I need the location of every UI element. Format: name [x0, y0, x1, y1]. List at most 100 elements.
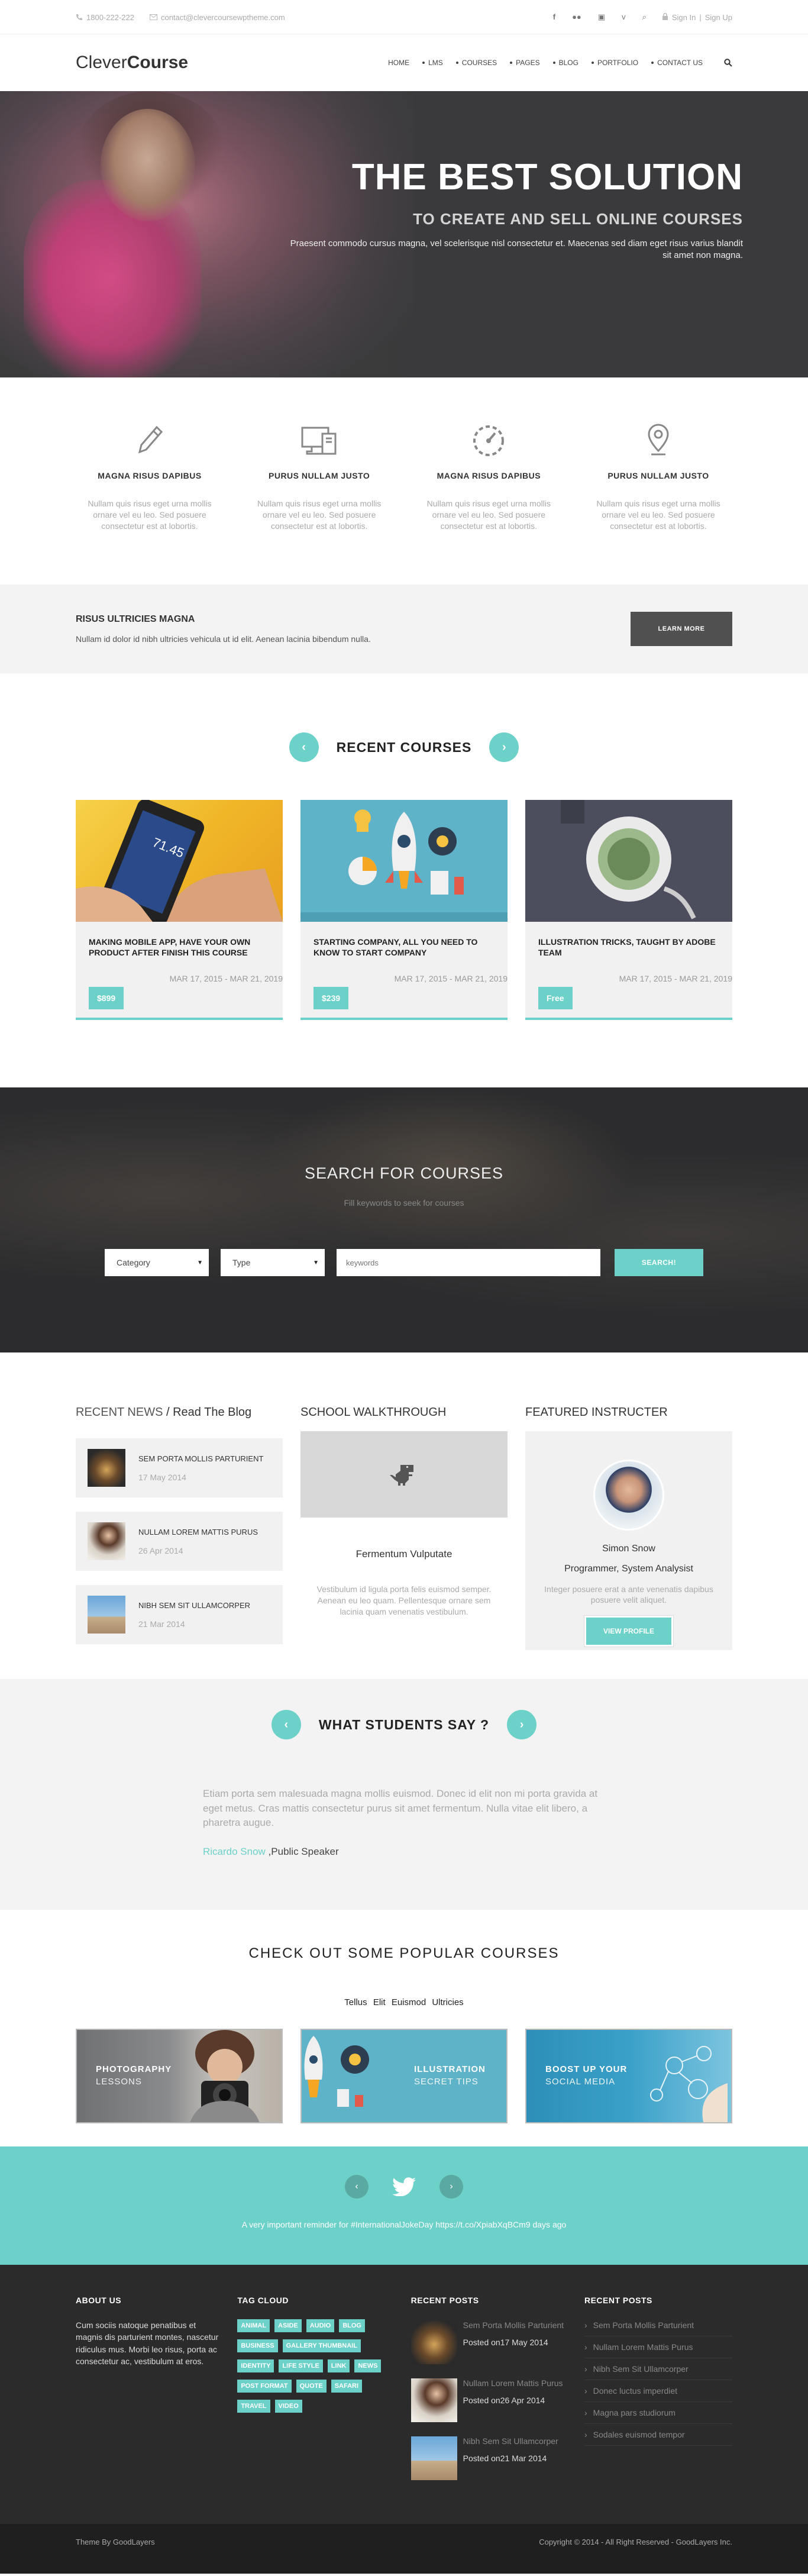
- search-icon[interactable]: ⌕: [642, 12, 647, 22]
- nav-lms[interactable]: LMS: [422, 59, 443, 67]
- news-title[interactable]: NIBH SEM SIT ULLAMCORPER: [138, 1601, 250, 1610]
- news-thumbnail[interactable]: [88, 1449, 125, 1487]
- post-title[interactable]: Nibh Sem Sit Ullamcorper: [463, 2436, 558, 2446]
- news-item[interactable]: SEM PORTA MOLLIS PARTURIENT 17 May 2014: [76, 1438, 283, 1497]
- link-label[interactable]: Nibh Sem Sit Ullamcorper: [593, 2364, 689, 2374]
- tag[interactable]: SAFARI: [331, 2380, 363, 2393]
- email[interactable]: contact@clevercoursewptheme.com: [149, 13, 285, 22]
- list-item[interactable]: › Sem Porta Mollis Parturient: [584, 2314, 732, 2336]
- course-card[interactable]: 71.45 MAKING MOBILE APP, HAVE YOUR OWN P…: [76, 800, 283, 1020]
- list-item[interactable]: › Nullam Lorem Mattis Purus: [584, 2336, 732, 2358]
- tag-cloud-widget: TAG CLOUD ANIMAL ASIDE AUDIO BLOG BUSINE…: [237, 2296, 397, 2480]
- nav-label[interactable]: BLOG: [559, 59, 578, 67]
- vimeo-icon[interactable]: v: [622, 12, 626, 22]
- link-label[interactable]: Donec luctus imperdiet: [593, 2386, 677, 2396]
- news-item[interactable]: NIBH SEM SIT ULLAMCORPER 21 Mar 2014: [76, 1585, 283, 1644]
- prev-arrow-icon[interactable]: ‹: [289, 732, 319, 762]
- read-blog-link[interactable]: / Read The Blog: [163, 1406, 251, 1419]
- nav-label[interactable]: PORTFOLIO: [597, 59, 638, 67]
- nav-portfolio[interactable]: PORTFOLIO: [591, 59, 638, 67]
- tag[interactable]: BLOG: [339, 2319, 365, 2332]
- list-item[interactable]: › Donec luctus imperdiet: [584, 2380, 732, 2402]
- tag[interactable]: QUOTE: [296, 2380, 327, 2393]
- recent-post[interactable]: Sem Porta Mollis Parturient Posted on17 M…: [411, 2320, 571, 2364]
- search-button[interactable]: SEARCH!: [615, 1249, 703, 1276]
- news-thumbnail[interactable]: [88, 1522, 125, 1560]
- sign-in-link[interactable]: Sign In: [672, 13, 696, 22]
- nav-label[interactable]: LMS: [428, 59, 443, 67]
- course-title[interactable]: ILLUSTRATION TRICKS, TAUGHT BY ADOBE TEA…: [525, 922, 732, 958]
- category-select[interactable]: Category ▼: [105, 1249, 209, 1276]
- tag[interactable]: GALLERY THUMBNAIL: [282, 2339, 361, 2352]
- news-date: 21 Mar 2014: [138, 1619, 185, 1629]
- post-thumbnail[interactable]: [411, 2378, 457, 2422]
- link-label[interactable]: Magna pars studiorum: [593, 2408, 676, 2417]
- keywords-input[interactable]: [337, 1249, 600, 1276]
- course-title[interactable]: MAKING MOBILE APP, HAVE YOUR OWN PRODUCT…: [76, 922, 283, 958]
- view-profile-button[interactable]: VIEW PROFILE: [584, 1616, 673, 1647]
- link-label[interactable]: Nullam Lorem Mattis Purus: [593, 2342, 693, 2352]
- course-thumbnail[interactable]: [525, 800, 732, 922]
- prev-arrow-icon[interactable]: ‹: [271, 1710, 301, 1739]
- popular-card[interactable]: ILLUSTRATION SECRET TIPS: [300, 2029, 508, 2123]
- news-title[interactable]: NULLAM LOREM MATTIS PURUS: [138, 1528, 258, 1536]
- post-title[interactable]: Nullam Lorem Mattis Purus: [463, 2378, 563, 2388]
- nav-label[interactable]: PAGES: [516, 59, 539, 67]
- tag[interactable]: LINK: [327, 2359, 350, 2372]
- tag[interactable]: POST FORMAT: [237, 2380, 292, 2393]
- tag[interactable]: AUDIO: [306, 2319, 335, 2332]
- facebook-icon[interactable]: f: [553, 12, 555, 22]
- next-arrow-icon[interactable]: ›: [507, 1710, 537, 1739]
- news-item[interactable]: NULLAM LOREM MATTIS PURUS 26 Apr 2014: [76, 1512, 283, 1571]
- nav-pages[interactable]: PAGES: [510, 59, 540, 67]
- link-label[interactable]: Sem Porta Mollis Parturient: [593, 2320, 694, 2330]
- email-address[interactable]: contact@clevercoursewptheme.com: [161, 13, 285, 22]
- tweet-text[interactable]: A very important reminder for #Internati…: [0, 2220, 808, 2229]
- news-thumbnail[interactable]: [88, 1596, 125, 1634]
- course-thumbnail[interactable]: [300, 800, 508, 922]
- learn-more-button[interactable]: LEARN MORE: [631, 612, 732, 646]
- list-item[interactable]: › Magna pars studiorum: [584, 2402, 732, 2424]
- news-title[interactable]: SEM PORTA MOLLIS PARTURIENT: [138, 1454, 263, 1463]
- search-icon[interactable]: [724, 59, 732, 67]
- next-arrow-icon[interactable]: ›: [489, 732, 519, 762]
- tag[interactable]: IDENTITY: [237, 2359, 274, 2372]
- list-item[interactable]: › Sodales euismod tempor: [584, 2424, 732, 2446]
- prev-arrow-icon[interactable]: ‹: [345, 2175, 369, 2199]
- nav-label[interactable]: CONTACT US: [657, 59, 703, 67]
- course-title[interactable]: STARTING COMPANY, ALL YOU NEED TO KNOW T…: [300, 922, 508, 958]
- next-arrow-icon[interactable]: ›: [439, 2175, 463, 2199]
- recent-post[interactable]: Nullam Lorem Mattis Purus Posted on26 Apr…: [411, 2378, 571, 2422]
- linkedin-icon[interactable]: ▣: [598, 12, 605, 22]
- tag[interactable]: NEWS: [354, 2359, 382, 2372]
- recent-post[interactable]: Nibh Sem Sit Ullamcorper Posted on21 Mar …: [411, 2436, 571, 2480]
- popular-card[interactable]: PHOTOGRAPHY LESSONS: [76, 2029, 283, 2123]
- list-item[interactable]: › Nibh Sem Sit Ullamcorper: [584, 2358, 732, 2380]
- nav-label[interactable]: HOME: [388, 59, 409, 67]
- tag[interactable]: ANIMAL: [237, 2319, 270, 2332]
- course-card[interactable]: ILLUSTRATION TRICKS, TAUGHT BY ADOBE TEA…: [525, 800, 732, 1020]
- video-player[interactable]: [300, 1431, 508, 1518]
- post-thumbnail[interactable]: [411, 2436, 457, 2480]
- sign-up-link[interactable]: Sign Up: [705, 13, 732, 22]
- popular-card[interactable]: BOOST UP YOUR SOCIAL MEDIA: [525, 2029, 732, 2123]
- type-select[interactable]: Type ▼: [221, 1249, 325, 1276]
- logo[interactable]: CleverCourse: [76, 53, 188, 73]
- nav-home[interactable]: HOME: [388, 59, 409, 67]
- nav-label[interactable]: COURSES: [462, 59, 497, 67]
- tag[interactable]: VIDEO: [274, 2400, 302, 2413]
- tag[interactable]: BUSINESS: [237, 2339, 278, 2352]
- tag[interactable]: TRAVEL: [237, 2400, 270, 2413]
- link-label[interactable]: Sodales euismod tempor: [593, 2430, 685, 2439]
- nav-blog[interactable]: BLOG: [552, 59, 578, 67]
- post-thumbnail[interactable]: [411, 2320, 457, 2364]
- post-title[interactable]: Sem Porta Mollis Parturient: [463, 2320, 564, 2330]
- nav-courses[interactable]: COURSES: [455, 59, 497, 67]
- flickr-icon[interactable]: ●●: [572, 12, 581, 22]
- tag[interactable]: ASIDE: [274, 2319, 302, 2332]
- course-card[interactable]: STARTING COMPANY, ALL YOU NEED TO KNOW T…: [300, 800, 508, 1020]
- tag[interactable]: LIFE STYLE: [279, 2359, 323, 2372]
- popular-tags[interactable]: Tellus Elit Euismod Ultricies: [76, 1997, 732, 2007]
- nav-contact[interactable]: CONTACT US: [651, 59, 703, 67]
- course-thumbnail[interactable]: 71.45: [76, 800, 283, 922]
